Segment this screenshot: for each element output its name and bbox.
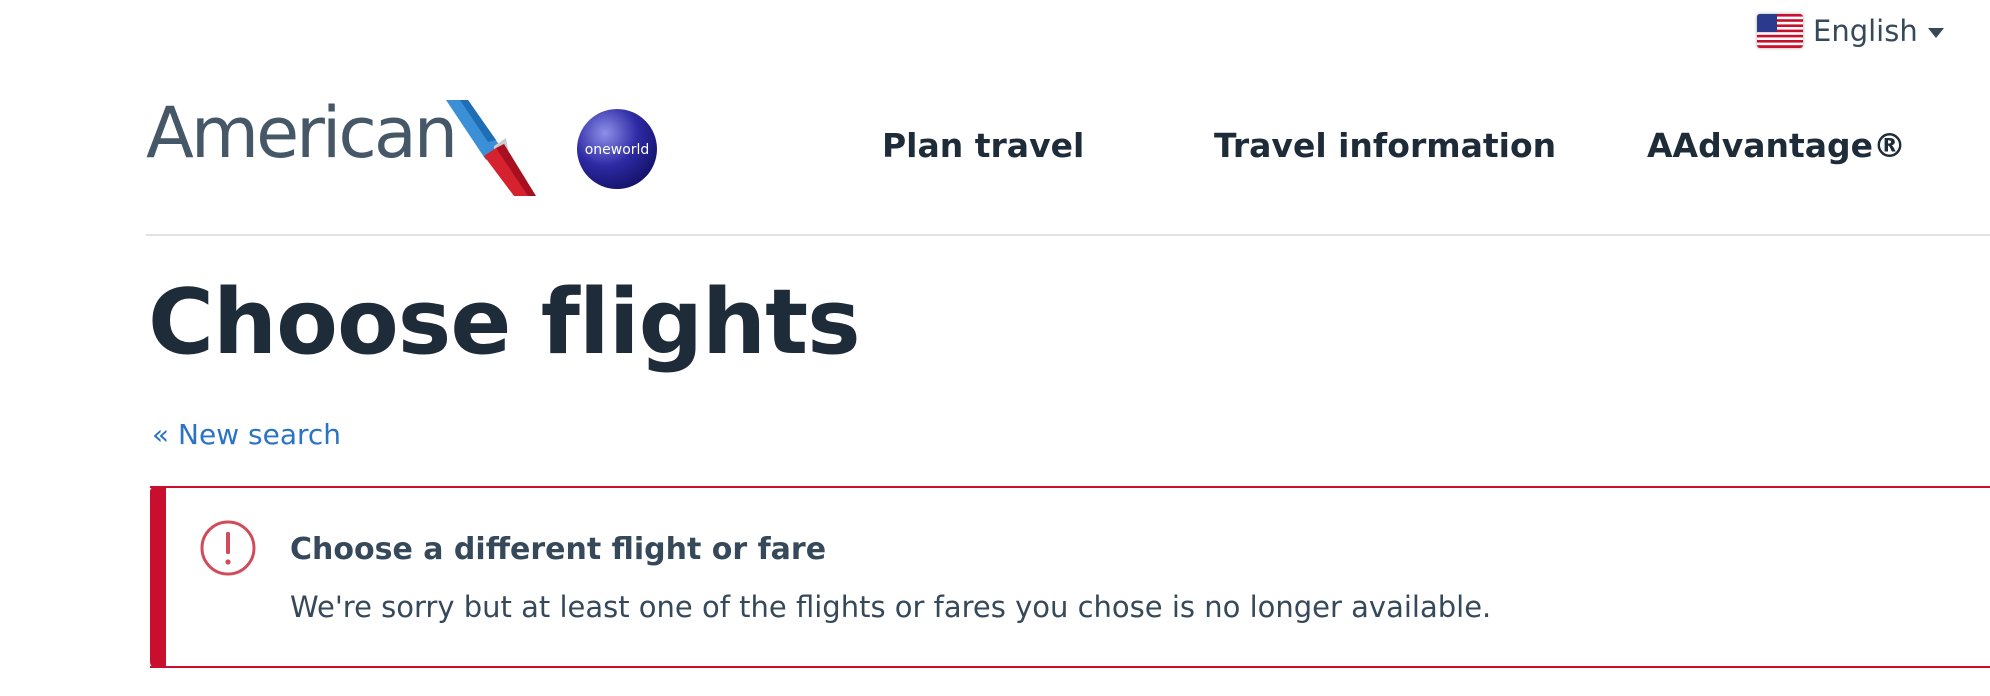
page-title: Choose flights <box>148 270 861 375</box>
american-airlines-logo[interactable]: American <box>146 92 458 174</box>
logo-wordmark: American <box>146 92 458 174</box>
nav-aadvantage[interactable]: AAdvantage® <box>1647 126 1906 165</box>
language-selector[interactable]: English <box>1757 14 1944 48</box>
us-flag-icon <box>1757 14 1803 48</box>
american-flight-symbol-icon <box>446 100 536 196</box>
alert-title: Choose a different flight or fare <box>290 532 827 567</box>
nav-plan-travel[interactable]: Plan travel <box>882 126 1084 165</box>
nav-travel-information[interactable]: Travel information <box>1214 126 1556 165</box>
language-label: English <box>1813 14 1918 48</box>
oneworld-badge-icon: oneworld <box>577 109 657 189</box>
chevron-down-icon <box>1927 28 1944 38</box>
oneworld-text: oneworld <box>585 142 650 158</box>
new-search-link[interactable]: « New search <box>152 418 341 451</box>
alert-message: We're sorry but at least one of the flig… <box>290 590 1492 624</box>
error-exclamation-icon <box>200 520 256 576</box>
error-alert: Choose a different flight or fare We're … <box>150 486 1990 668</box>
alert-accent-bar <box>150 486 166 668</box>
header-divider <box>146 234 1990 236</box>
